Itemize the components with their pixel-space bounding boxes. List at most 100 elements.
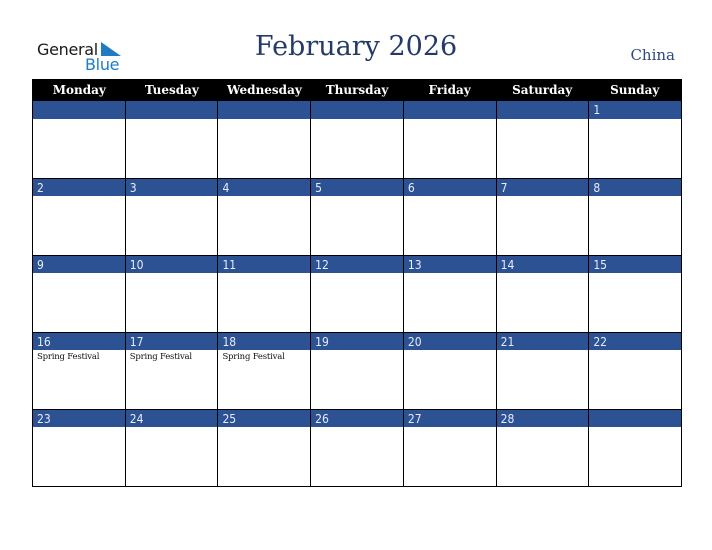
day-number [496,101,589,119]
holiday-event [218,119,310,121]
day-number: 22 [589,332,682,350]
day-number: 28 [496,409,589,427]
day-cell[interactable]: 17 Spring Festival [124,332,218,409]
day-cell[interactable]: 4 [217,178,311,255]
day-number: 8 [589,178,682,196]
day-cell[interactable]: 28 [495,409,589,486]
day-cell[interactable]: 21 [495,332,589,409]
day-cell[interactable]: 13 [402,255,496,332]
day-cell[interactable]: 8 [588,178,682,255]
holiday-event [126,119,218,121]
day-number [589,409,682,427]
day-cell[interactable] [402,101,496,178]
day-cell[interactable]: 22 [588,332,682,409]
day-cell[interactable]: 7 [495,178,589,255]
day-number: 9 [33,255,125,273]
day-cell[interactable]: 14 [495,255,589,332]
holiday-event [497,196,589,198]
weekday-header: Friday [428,83,471,97]
weekday-header-row: Monday Tuesday Wednesday Thursday Friday… [33,79,681,101]
day-cell[interactable]: 2 [33,178,125,255]
day-number [403,101,496,119]
day-number: 18 [218,332,311,350]
holiday-event [589,196,681,198]
holiday-event [33,119,125,121]
day-cell[interactable] [33,101,125,178]
day-number: 16 [33,332,125,350]
weekday-header: Saturday [512,83,573,97]
day-number [218,101,311,119]
day-cell[interactable]: 19 [310,332,403,409]
day-number: 11 [218,255,311,273]
day-number: 5 [311,178,403,196]
holiday-event [126,196,218,198]
day-cell[interactable]: 5 [310,178,403,255]
week-row: 2345678 [33,178,682,255]
weekday-header: Thursday [325,83,389,97]
day-cell[interactable]: 26 [310,409,403,486]
day-cell[interactable]: 12 [310,255,403,332]
weekday-header: Monday [52,83,106,97]
day-number: 15 [589,255,682,273]
day-number: 4 [218,178,311,196]
day-cell[interactable]: 20 [402,332,496,409]
holiday-event [497,119,589,121]
weekday-header: Wednesday [227,83,302,97]
day-cell[interactable]: 15 [588,255,682,332]
day-number: 24 [125,409,218,427]
day-cell[interactable] [124,101,218,178]
day-cell[interactable]: 23 [33,409,125,486]
day-number: 17 [125,332,218,350]
day-number: 20 [403,332,496,350]
day-number: 25 [218,409,311,427]
day-number: 12 [311,255,403,273]
day-number: 21 [496,332,589,350]
holiday-event [404,196,496,198]
holiday-event [33,273,125,275]
day-number: 3 [125,178,218,196]
holiday-event: Spring Festival [222,352,285,362]
day-number: 26 [311,409,403,427]
day-cell[interactable]: 1 [588,101,682,178]
day-cell[interactable]: 3 [124,178,218,255]
day-cell[interactable]: 18 Spring Festival [217,332,311,409]
day-cell[interactable] [217,101,311,178]
day-number: 6 [403,178,496,196]
calendar-title: February 2026 [254,31,458,62]
day-cell[interactable]: 27 [402,409,496,486]
day-cell[interactable]: 6 [402,178,496,255]
day-cell[interactable]: 10 [124,255,218,332]
day-number [33,101,125,119]
day-cell[interactable]: 11 [217,255,311,332]
day-number: 2 [33,178,125,196]
day-number [311,101,403,119]
weeks-container: 1 2 3 4 5 6 7 8 9 10 11 12 13 14 15 16 Spring Festival 17… [33,101,682,486]
day-number: 13 [403,255,496,273]
week-row: 23 24 25 26 27 28 [33,409,682,486]
week-row: 16 Spring Festival 17 Spring Festival 18 Spri… [33,332,682,409]
day-number: 23 [33,409,125,427]
day-number: 1 [589,101,682,119]
holiday-event [218,196,310,198]
day-cell[interactable] [495,101,589,178]
holiday-event [311,196,403,198]
holiday-event [589,427,681,429]
day-cell[interactable] [588,409,682,486]
holiday-event [311,119,403,121]
holiday-event: Spring Festival [37,352,100,362]
day-number: 7 [496,178,589,196]
day-number: 27 [403,409,496,427]
day-cell[interactable] [310,101,403,178]
day-cell[interactable]: 24 [124,409,218,486]
country-label: China [630,46,675,64]
weekday-header: Tuesday [144,83,199,97]
holiday-event [33,196,125,198]
day-cell[interactable]: 25 [217,409,311,486]
day-cell[interactable]: 9 [33,255,125,332]
day-cell[interactable]: 16 Spring Festival [33,332,125,409]
holiday-event: Spring Festival [129,352,192,362]
holiday-event [589,119,681,121]
day-number: 19 [311,332,403,350]
day-number: 14 [496,255,589,273]
week-row: 1 [33,101,682,178]
